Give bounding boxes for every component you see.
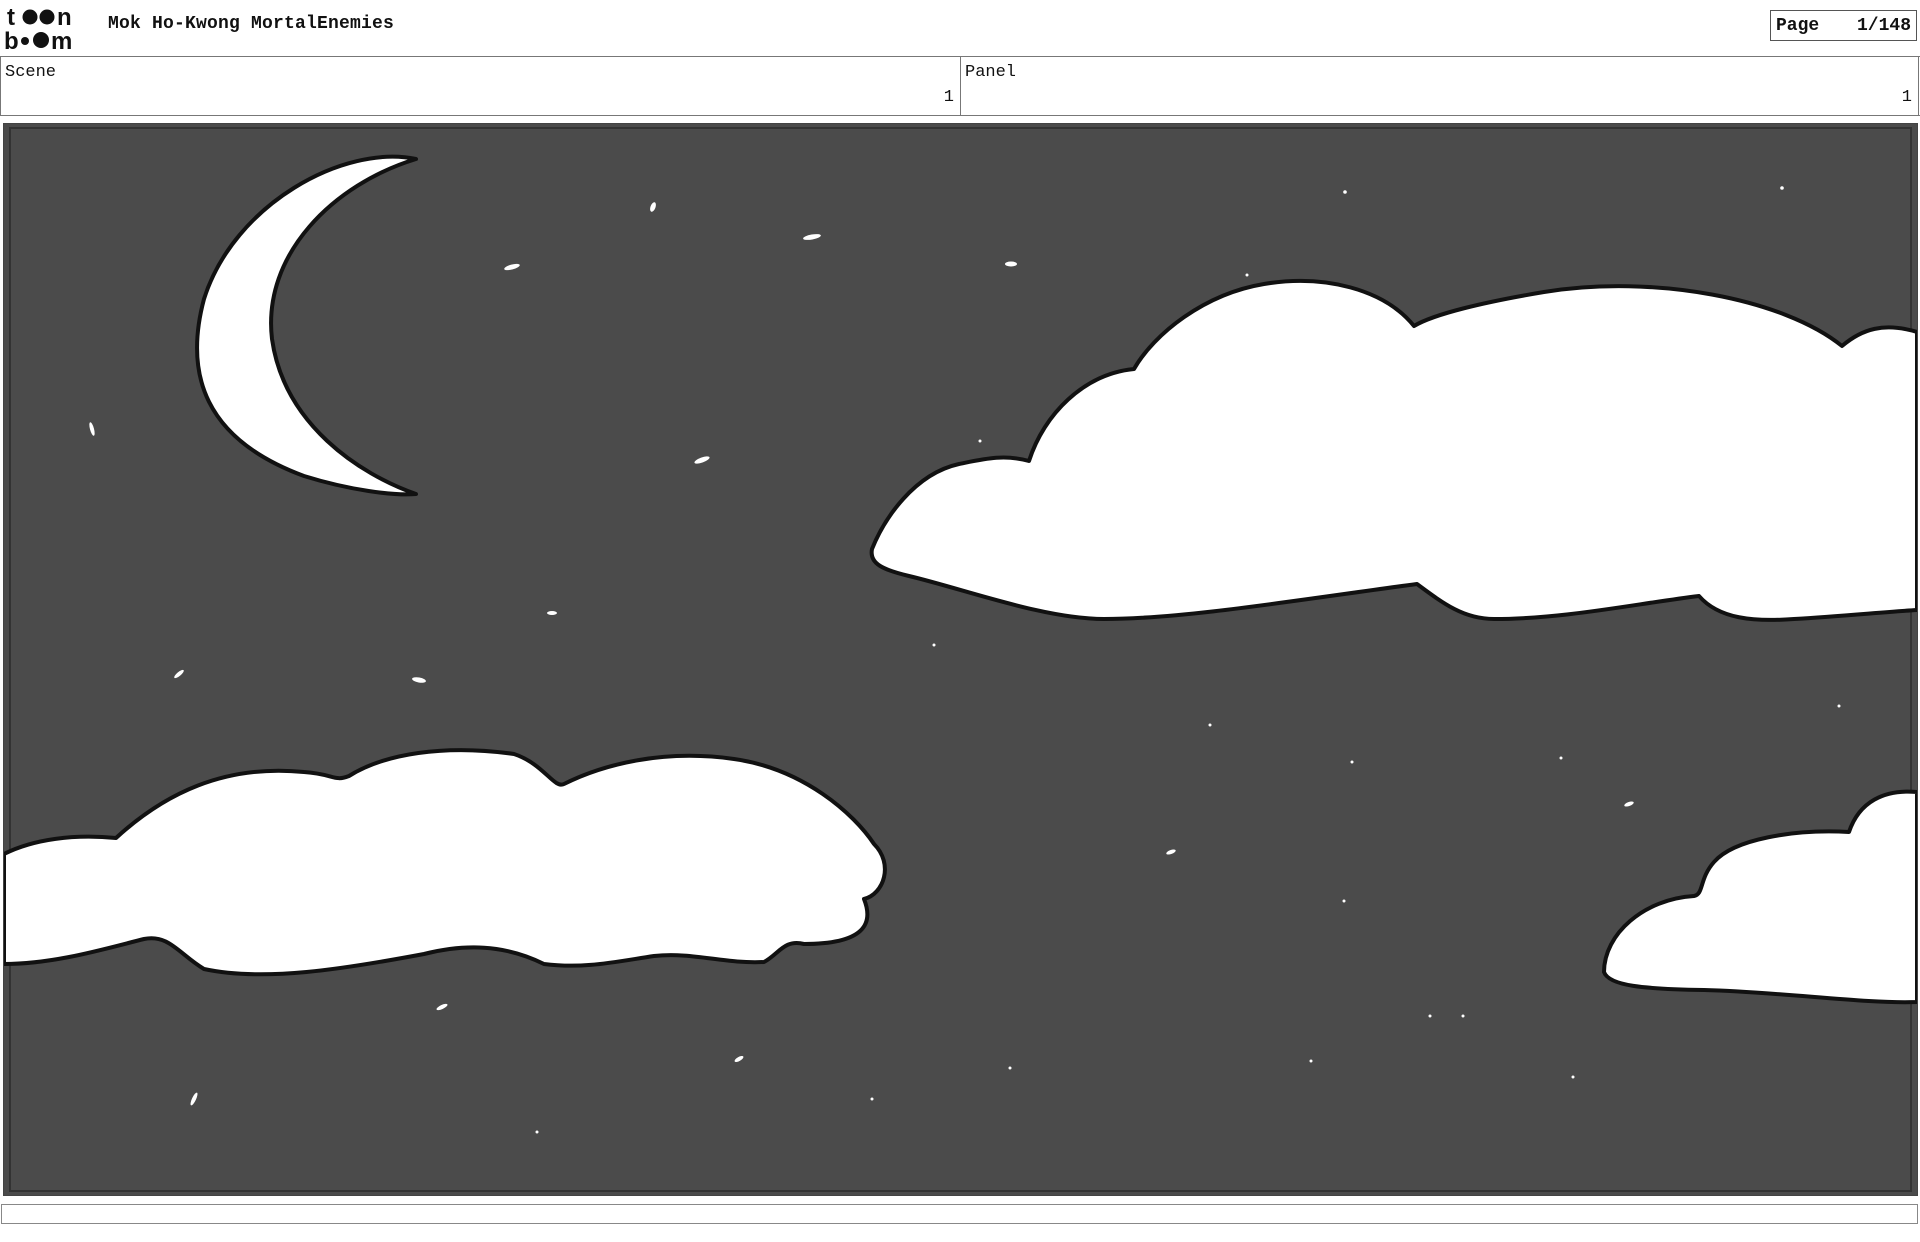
- page-number: 1/148: [1856, 16, 1911, 36]
- panel-number: 1: [1901, 88, 1912, 107]
- project-title: Mok Ho-Kwong MortalEnemies: [108, 14, 395, 34]
- toonboom-logo: t n b m: [4, 4, 92, 55]
- cloud-lower-left: [4, 748, 887, 977]
- panel-field: Panel 1: [961, 57, 1919, 115]
- cloud-upper-right: [869, 278, 1917, 622]
- svg-text:b: b: [4, 28, 19, 52]
- night-sky-drawing: [4, 127, 1917, 1192]
- page-header: t n b m Mok Ho-Kwong MortalEnemies Page …: [0, 0, 1920, 56]
- scene-field: Scene 1: [0, 57, 961, 115]
- page-label: Page: [1776, 16, 1820, 36]
- toonboom-logo-icon: t n b m: [4, 4, 72, 55]
- scene-panel-row: Scene 1 Panel 1: [0, 56, 1920, 116]
- svg-text:t: t: [7, 4, 15, 31]
- scene-number: 1: [943, 88, 954, 107]
- storyboard-page: t n b m Mok Ho-Kwong MortalEnemies Page …: [0, 0, 1920, 1242]
- svg-text:m: m: [51, 28, 72, 52]
- storyboard-drawing-panel: [3, 123, 1918, 1196]
- crescent-moon: [195, 154, 418, 497]
- caption-bar: [1, 1204, 1918, 1224]
- svg-text:n: n: [57, 4, 72, 31]
- cloud-lower-right: [1602, 789, 1917, 1005]
- page-indicator: Page 1/148: [1770, 10, 1917, 41]
- scene-label: Scene: [5, 63, 57, 82]
- panel-label: Panel: [965, 63, 1017, 82]
